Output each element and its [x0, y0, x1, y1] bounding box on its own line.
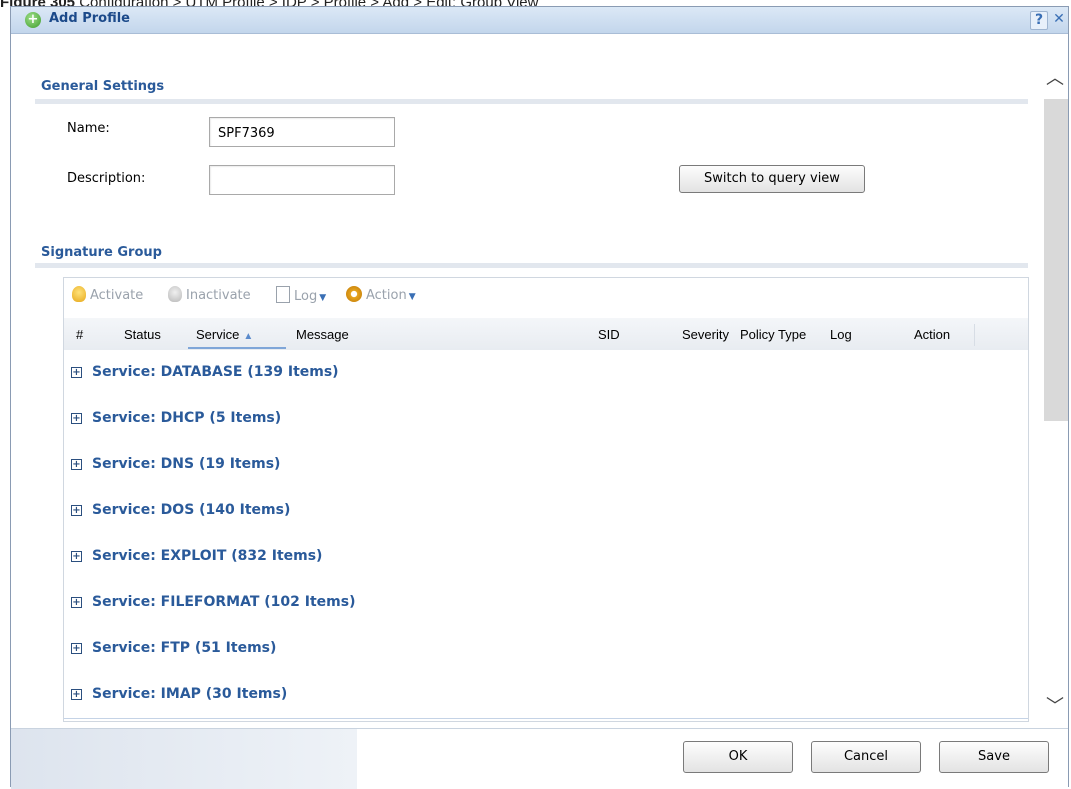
group-label: Service: FILEFORMAT (102 Items)	[92, 594, 356, 610]
action-menu-button[interactable]: Action ▼	[346, 286, 416, 303]
chevron-down-icon: ▼	[319, 293, 327, 303]
expand-plus-icon[interactable]: +	[71, 643, 82, 654]
log-menu-label: Log	[294, 289, 318, 304]
signature-group-title: Signature Group	[41, 245, 162, 260]
inactivate-button[interactable]: Inactivate	[168, 286, 251, 303]
activate-button[interactable]: Activate	[72, 286, 143, 303]
log-menu-button[interactable]: Log ▼	[276, 286, 326, 304]
group-label: Service: DATABASE (139 Items)	[92, 364, 339, 380]
group-label: Service: DHCP (5 Items)	[92, 410, 282, 426]
switch-to-query-view-button[interactable]: Switch to query view	[679, 165, 865, 193]
chevron-down-icon: ▼	[408, 292, 416, 302]
cancel-button[interactable]: Cancel	[811, 741, 921, 773]
col-header-log[interactable]: Log	[830, 327, 852, 342]
expand-plus-icon[interactable]: +	[71, 551, 82, 562]
grid-toolbar: Activate Inactivate Log ▼ Action ▼	[64, 278, 1028, 310]
scroll-down-icon[interactable]: ﹀	[1046, 697, 1064, 717]
col-header-service[interactable]: Service ▲	[196, 327, 253, 342]
general-settings-divider	[35, 99, 1028, 104]
group-label: Service: FTP (51 Items)	[92, 640, 277, 656]
bulb-on-icon	[72, 286, 86, 302]
group-label: Service: DOS (140 Items)	[92, 502, 291, 518]
expand-plus-icon[interactable]: +	[71, 459, 82, 470]
grid-header: # Status Service ▲ Message SID Severity P…	[64, 318, 1028, 351]
col-header-message[interactable]: Message	[296, 327, 349, 342]
col-header-action[interactable]: Action	[914, 327, 950, 342]
activate-label: Activate	[90, 288, 144, 303]
col-header-severity[interactable]: Severity	[682, 327, 729, 342]
group-row[interactable]: + Service: DNS (19 Items)	[64, 442, 1028, 489]
action-menu-label: Action	[366, 288, 407, 303]
group-row[interactable]: + Service: FILEFORMAT (102 Items)	[64, 580, 1028, 627]
group-label: Service: EXPLOIT (832 Items)	[92, 548, 323, 564]
sort-ascending-icon: ▲	[243, 331, 254, 342]
vertical-scrollbar[interactable]: ︿ ﹀	[1042, 67, 1068, 727]
group-row[interactable]: + Service: DOS (140 Items)	[64, 488, 1028, 535]
group-row[interactable]: + Service: DATABASE (139 Items)	[64, 350, 1028, 397]
col-header-policy-type[interactable]: Policy Type	[740, 327, 806, 342]
help-icon[interactable]: ?	[1030, 11, 1048, 30]
group-row[interactable]: + Service: EXPLOIT (832 Items)	[64, 534, 1028, 581]
col-header-service-label: Service	[196, 327, 240, 342]
description-label: Description:	[67, 171, 146, 186]
inactivate-label: Inactivate	[186, 288, 251, 303]
group-label: Service: IMAP (30 Items)	[92, 686, 288, 702]
sort-indicator-bar	[188, 347, 286, 349]
dialog-footer: OK Cancel Save	[11, 728, 1068, 789]
bulb-off-icon	[168, 286, 182, 302]
group-row[interactable]: + Service: IMAP (30 Items)	[64, 672, 1028, 719]
scrollbar-thumb[interactable]	[1044, 99, 1068, 421]
footer-shade	[11, 729, 357, 789]
ok-button[interactable]: OK	[683, 741, 793, 773]
col-header-number[interactable]: #	[76, 327, 83, 342]
add-icon: +	[25, 12, 41, 28]
signature-group-divider	[35, 263, 1028, 268]
expand-plus-icon[interactable]: +	[71, 413, 82, 424]
scroll-up-icon[interactable]: ︿	[1046, 69, 1064, 89]
col-header-sid[interactable]: SID	[598, 327, 620, 342]
general-settings-title: General Settings	[41, 79, 165, 94]
dialog-title: Add Profile	[49, 11, 130, 26]
name-field[interactable]: SPF7369	[209, 117, 395, 147]
expand-plus-icon[interactable]: +	[71, 505, 82, 516]
gear-icon	[346, 286, 362, 302]
group-row[interactable]: + Service: FTP (51 Items)	[64, 626, 1028, 673]
close-icon[interactable]: ✕	[1051, 11, 1067, 28]
name-label: Name:	[67, 121, 110, 136]
signature-grid: Activate Inactivate Log ▼ Action ▼ # Statu…	[63, 277, 1029, 722]
group-label: Service: DNS (19 Items)	[92, 456, 281, 472]
description-field[interactable]	[209, 165, 395, 195]
save-button[interactable]: Save	[939, 741, 1049, 773]
col-header-status[interactable]: Status	[124, 327, 161, 342]
expand-plus-icon[interactable]: +	[71, 689, 82, 700]
group-row[interactable]: + Service: DHCP (5 Items)	[64, 396, 1028, 443]
dialog-titlebar: + Add Profile ? ✕	[11, 7, 1068, 34]
add-profile-dialog: + Add Profile ? ✕ General Settings Name:…	[10, 6, 1069, 789]
document-icon	[276, 286, 290, 303]
expand-plus-icon[interactable]: +	[71, 597, 82, 608]
column-separator	[974, 324, 975, 346]
expand-plus-icon[interactable]: +	[71, 367, 82, 378]
